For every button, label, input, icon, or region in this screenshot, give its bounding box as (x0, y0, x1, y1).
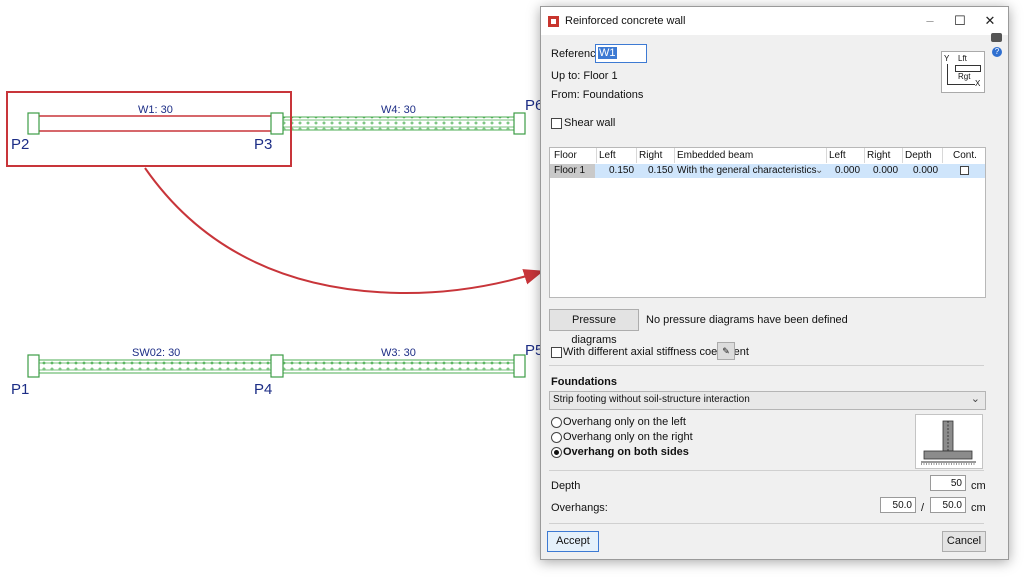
table-header: Floor Left Right Embedded beam Left Righ… (550, 148, 985, 163)
cell-depth[interactable]: 0.000 (913, 165, 938, 176)
cont-checkbox[interactable] (960, 166, 969, 175)
col-depth: Depth (905, 150, 932, 161)
from-label: From: Foundations (551, 89, 644, 101)
wall-sw02[interactable] (37, 359, 272, 374)
wall-w1[interactable] (38, 115, 273, 132)
header-sep (942, 148, 943, 163)
overhangs-label: Overhangs: (551, 502, 608, 514)
chevron-down-icon: ⌄ (970, 393, 980, 405)
overhang-separator: / (921, 502, 925, 514)
reference-input[interactable]: W1 (595, 44, 647, 63)
radio-overhang-right[interactable] (551, 432, 562, 443)
wall-label-sw02: SW02: 30 (132, 347, 181, 359)
axes-x-label: X (975, 79, 981, 88)
overhang-right-label: Overhang only on the right (563, 431, 693, 443)
column-p2[interactable] (27, 112, 40, 135)
cancel-button[interactable]: Cancel (942, 531, 986, 552)
wall-w4[interactable] (282, 116, 516, 131)
reference-value: W1 (598, 47, 617, 59)
node-label-p3: P3 (254, 136, 273, 153)
column-p6[interactable] (513, 112, 526, 135)
axes-diagram: Y Lft Rgt X (941, 51, 985, 93)
axes-rgt-label: Rgt (958, 72, 971, 81)
node-label-p1: P1 (11, 381, 30, 398)
overhang-both-label: Overhang on both sides (563, 446, 689, 458)
table-row[interactable]: Floor 1 0.150 0.150 With the general cha… (550, 164, 985, 178)
axes-x-line (947, 84, 975, 85)
radio-overhang-left[interactable] (551, 417, 562, 428)
node-label-p4: P4 (254, 381, 273, 398)
col-right: Right (639, 150, 663, 161)
help-icon[interactable]: ? (992, 47, 1002, 57)
axes-lft-label: Lft (958, 54, 967, 63)
col-left-2: Left (829, 150, 846, 161)
wall-label-w4: W4: 30 (381, 104, 416, 116)
header-sep (864, 148, 865, 163)
wall-label-w3: W3: 30 (381, 347, 416, 359)
column-p1[interactable] (27, 354, 40, 378)
shear-wall-checkbox[interactable] (551, 118, 562, 129)
axes-y-line (947, 64, 948, 84)
cell-left-2[interactable]: 0.000 (835, 165, 860, 176)
floors-table[interactable]: Floor Left Right Embedded beam Left Righ… (549, 147, 986, 298)
depth-label: Depth (551, 480, 581, 492)
cell-embedded-beam[interactable]: With the general characteristics (677, 165, 817, 176)
axes-wall-icon (955, 65, 981, 72)
foundation-type-select[interactable]: Strip footing without soil-structure int… (549, 391, 986, 410)
pressure-diagrams-button[interactable]: Pressure diagrams (549, 309, 639, 346)
pressure-status: No pressure diagrams have been defined (646, 314, 848, 326)
header-sep (826, 148, 827, 163)
cell-right[interactable]: 0.150 (648, 165, 673, 176)
depth-input[interactable]: 50 (930, 475, 966, 491)
header-sep (902, 148, 903, 163)
wall-dialog: Reinforced concrete wall – ☐ ✕ ? Referen… (540, 6, 1009, 560)
wall-label-w1: W1: 30 (138, 104, 173, 116)
col-floor: Floor (554, 150, 577, 161)
overhang-right-input[interactable]: 50.0 (930, 497, 966, 513)
overhang-unit: cm (971, 502, 986, 514)
callout-arrow (144, 167, 544, 295)
title-bar[interactable]: Reinforced concrete wall – ☐ ✕ (541, 7, 1008, 35)
maximize-button[interactable]: ☐ (945, 10, 975, 32)
col-left: Left (599, 150, 616, 161)
wall-w3[interactable] (282, 359, 516, 374)
overhang-left-label: Overhang only on the left (563, 416, 686, 428)
accept-button[interactable]: Accept (547, 531, 599, 552)
dialog-title: Reinforced concrete wall (565, 15, 686, 27)
col-embedded-beam: Embedded beam (677, 150, 754, 161)
separator (549, 470, 984, 471)
shear-wall-label: Shear wall (564, 117, 616, 129)
radio-overhang-both[interactable] (551, 447, 562, 458)
close-button[interactable]: ✕ (975, 10, 1005, 32)
overhang-left-input[interactable]: 50.0 (880, 497, 916, 513)
cell-floor: Floor 1 (554, 165, 586, 176)
camera-icon[interactable] (991, 33, 1002, 42)
header-sep (596, 148, 597, 163)
header-sep (636, 148, 637, 163)
header-sep (674, 148, 675, 163)
cell-left[interactable]: 0.150 (609, 165, 634, 176)
axial-stiffness-checkbox[interactable] (551, 347, 562, 358)
chevron-down-icon[interactable]: ⌄ (815, 165, 823, 176)
axes-y-label: Y (944, 54, 950, 63)
separator (549, 523, 984, 524)
foundations-heading: Foundations (551, 376, 617, 388)
up-to-label: Up to: Floor 1 (551, 70, 618, 82)
column-p5[interactable] (513, 354, 526, 378)
col-right-2: Right (867, 150, 891, 161)
edit-icon[interactable]: ✎ (717, 342, 735, 360)
column-p3[interactable] (270, 112, 284, 135)
col-cont: Cont. (953, 150, 977, 161)
node-label-p2: P2 (11, 136, 30, 153)
footing-diagram (915, 414, 983, 469)
foundation-type-value: Strip footing without soil-structure int… (553, 394, 750, 405)
cell-right-2[interactable]: 0.000 (873, 165, 898, 176)
column-p4[interactable] (270, 354, 284, 378)
depth-unit: cm (971, 480, 986, 492)
separator (549, 365, 984, 366)
minimize-button[interactable]: – (915, 10, 945, 32)
app-icon (548, 16, 559, 27)
